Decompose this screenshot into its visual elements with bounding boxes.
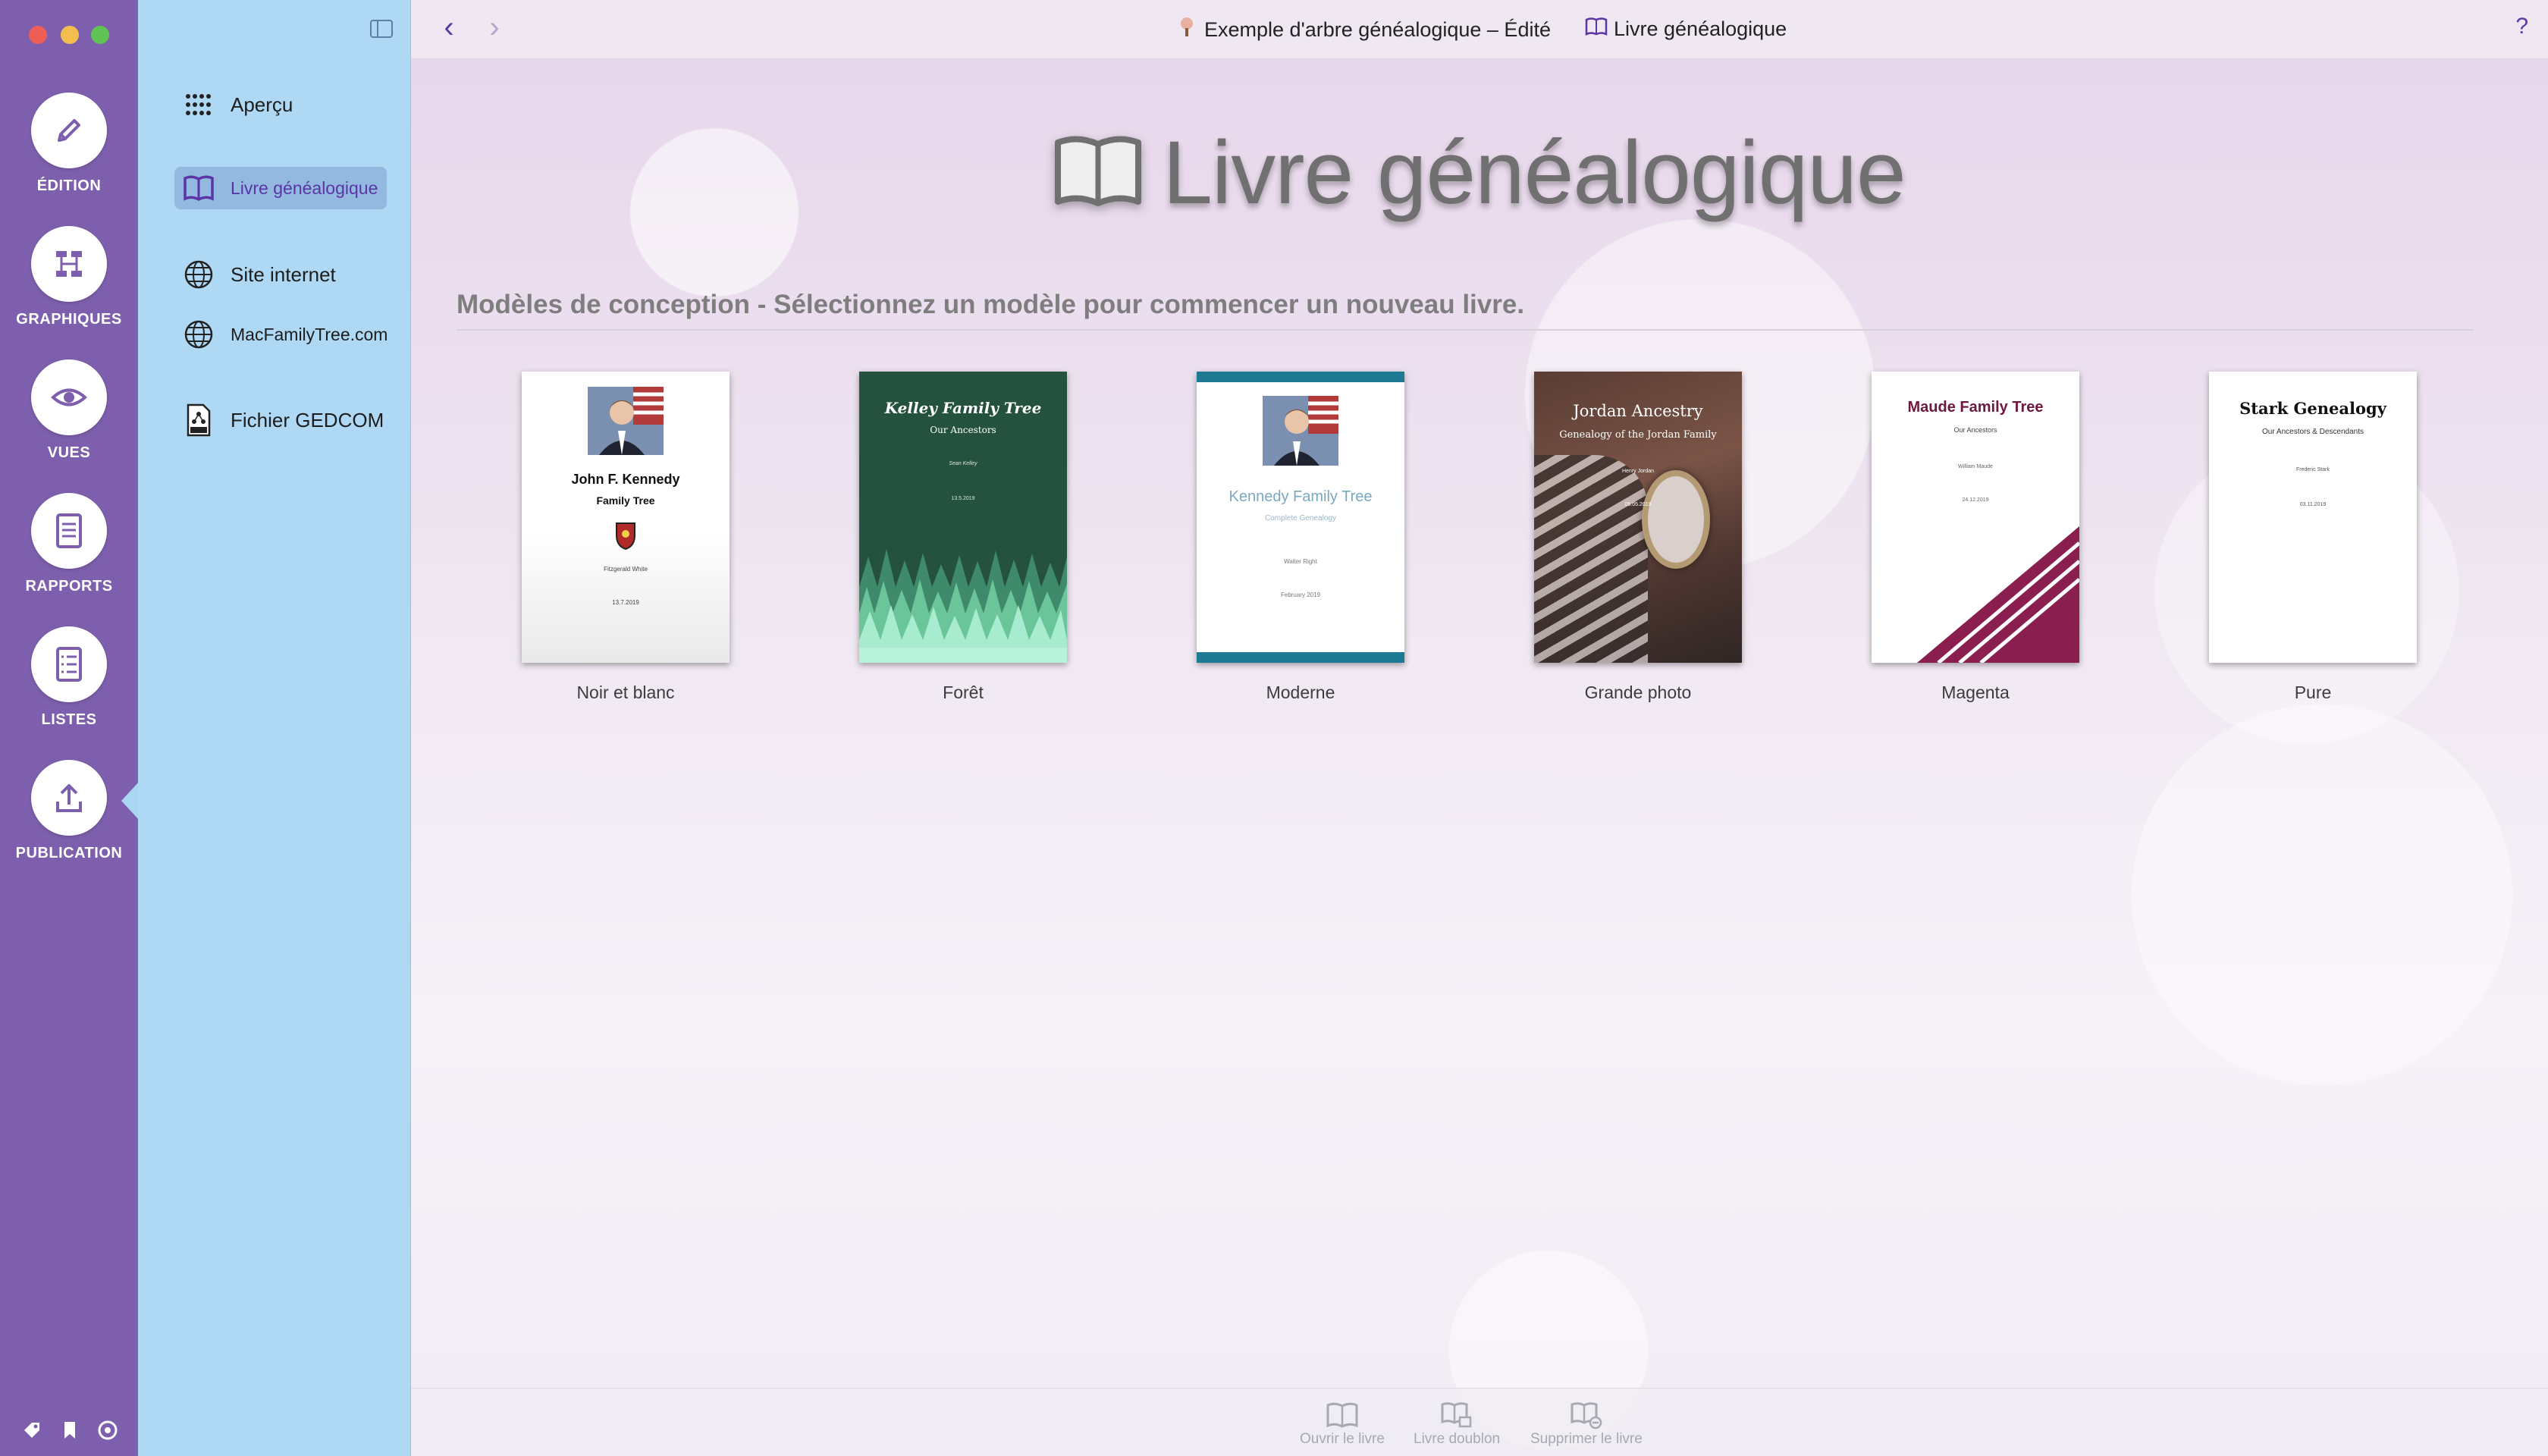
settings-icon[interactable] (97, 1420, 118, 1441)
back-button[interactable]: ‹ (434, 12, 464, 44)
book-duplicate-icon (1414, 1399, 1500, 1431)
page-title: Livre généalogique (411, 121, 2548, 224)
template-name: Magenta (1941, 682, 2010, 702)
sidebar-item-apercu[interactable]: Aperçu (174, 83, 302, 126)
template-name: Noir et blanc (576, 682, 675, 702)
sidebar-item-label: MacFamilyTree.com (231, 324, 388, 344)
template-magenta[interactable]: Maude Family Tree Our Ancestors William … (1872, 372, 2079, 703)
zoom-window-button[interactable] (91, 26, 109, 44)
forward-button[interactable]: › (479, 12, 510, 44)
book-cover: Kennedy Family Tree Complete Genealogy W… (1197, 372, 1404, 663)
tree-icon (1178, 17, 1195, 43)
sidebar-item-label: Site internet (231, 262, 336, 286)
report-icon (31, 493, 107, 569)
template-gallery: John F. Kennedy Family Tree Fitzgerald W… (522, 372, 2463, 720)
sidebar-item-site-internet[interactable]: Site internet (174, 253, 345, 296)
page-title-text: Livre généalogique (1163, 123, 1906, 223)
close-window-button[interactable] (29, 26, 47, 44)
rail-item-listes[interactable]: LISTES (0, 626, 138, 729)
main-content: ‹ › Exemple d'arbre généalogique – Édité… (411, 0, 2548, 1456)
rail-label: GRAPHIQUES (16, 311, 122, 328)
template-name: Pure (2294, 682, 2332, 702)
book-delete-icon (1530, 1399, 1643, 1431)
portrait-photo (1263, 396, 1338, 466)
book-open-icon (1300, 1399, 1385, 1431)
rail-label: PUBLICATION (15, 845, 123, 861)
book-icon (182, 171, 215, 205)
pencil-icon (31, 93, 107, 168)
book-cover: Stark Genealogy Our Ancestors & Descenda… (2209, 372, 2417, 663)
template-name: Moderne (1266, 682, 1335, 702)
rail-label: ÉDITION (36, 177, 102, 194)
sidebar-item-label: Fichier GEDCOM (231, 408, 384, 431)
sidebar-item-livre-genealogique[interactable]: Livre généalogique (174, 167, 388, 209)
help-button[interactable]: ? (2515, 14, 2528, 39)
crest-icon (616, 522, 635, 551)
open-book-button[interactable]: Ouvrir le livre (1300, 1399, 1385, 1448)
portrait-photo (588, 387, 664, 455)
template-name: Forêt (943, 682, 984, 702)
forest-illustration (859, 549, 1067, 663)
sidebar-item-label: Livre généalogique (231, 177, 378, 198)
app-rail: ÉDITION GRAPHIQUES VUES RAPPORTS LISTES … (0, 0, 138, 1456)
title-bar: ‹ › Exemple d'arbre généalogique – Édité… (411, 0, 2548, 59)
grid-icon (182, 88, 215, 121)
eye-icon (31, 359, 107, 435)
book-cover: John F. Kennedy Family Tree Fitzgerald W… (522, 372, 730, 663)
template-name: Grande photo (1584, 682, 1692, 702)
template-noir-et-blanc[interactable]: John F. Kennedy Family Tree Fitzgerald W… (522, 372, 730, 703)
duplicate-book-button[interactable]: Livre doublon (1414, 1399, 1500, 1448)
book-cover: Jordan Ancestry Genealogy of the Jordan … (1534, 372, 1742, 663)
bottom-toolbar: Ouvrir le livre Livre doublon Supprimer … (411, 1388, 2548, 1456)
upload-icon (31, 760, 107, 836)
divider (457, 329, 2474, 331)
delete-book-button[interactable]: Supprimer le livre (1530, 1399, 1643, 1448)
rail-active-pointer (121, 781, 140, 821)
section-title: Livre généalogique (1585, 17, 1787, 42)
minimize-window-button[interactable] (61, 26, 79, 44)
rail-item-edition[interactable]: ÉDITION (0, 93, 138, 195)
template-moderne[interactable]: Kennedy Family Tree Complete Genealogy W… (1197, 372, 1404, 703)
template-grande-photo[interactable]: Jordan Ancestry Genealogy of the Jordan … (1534, 372, 1742, 703)
chart-icon (31, 226, 107, 302)
rail-item-vues[interactable]: VUES (0, 359, 138, 462)
sidebar-item-label: Aperçu (231, 93, 293, 116)
template-foret[interactable]: Kelley Family Tree Our Ancestors Sean Ke… (859, 372, 1067, 703)
templates-heading: Modèles de conception - Sélectionnez un … (457, 290, 1525, 319)
gedcom-file-icon (182, 403, 215, 437)
rail-bottom-tools (21, 1420, 118, 1441)
cover-photo-figure (1534, 455, 1648, 663)
globe-icon (182, 318, 215, 351)
magenta-stripes (1878, 526, 2079, 663)
tag-icon[interactable] (21, 1420, 42, 1441)
sidebar-item-fichier-gedcom[interactable]: Fichier GEDCOM (174, 399, 393, 441)
rail-label: RAPPORTS (25, 578, 113, 595)
rail-item-graphiques[interactable]: GRAPHIQUES (0, 226, 138, 328)
book-cover: Kelley Family Tree Our Ancestors Sean Ke… (859, 372, 1067, 663)
rail-item-rapports[interactable]: RAPPORTS (0, 493, 138, 595)
book-icon (1053, 133, 1143, 213)
rail-label: LISTES (41, 711, 97, 728)
rail-label: VUES (47, 444, 91, 461)
globe-icon (182, 258, 215, 291)
sidebar-item-macfamilytree[interactable]: MacFamilyTree.com (174, 313, 397, 356)
template-pure[interactable]: Stark Genealogy Our Ancestors & Descenda… (2209, 372, 2417, 703)
list-icon (31, 626, 107, 702)
rail-item-publication[interactable]: PUBLICATION (0, 760, 138, 862)
document-title: Exemple d'arbre généalogique – Édité (1178, 17, 1551, 43)
cover-photo-frame (1642, 470, 1710, 569)
bookmark-icon[interactable] (59, 1420, 80, 1441)
book-icon (1585, 17, 1608, 42)
sidebar: Aperçu Livre généalogique Site internet … (138, 0, 411, 1456)
book-cover: Maude Family Tree Our Ancestors William … (1872, 372, 2079, 663)
sidebar-toggle-icon[interactable] (370, 20, 393, 38)
